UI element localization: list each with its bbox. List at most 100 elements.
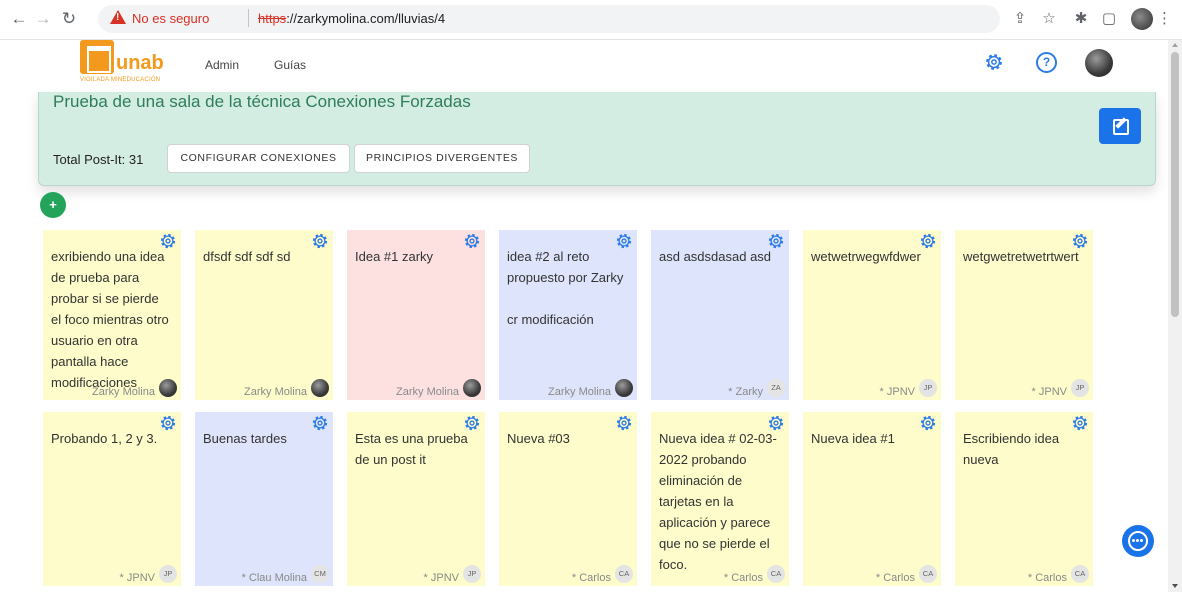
postit-card[interactable]: asd asdsdasad asd * Zarky ZA: [651, 230, 789, 400]
postit-author: * Clau Molina: [241, 572, 307, 584]
postit-author-avatar: ZA: [767, 379, 785, 397]
postit-author: Zarky Molina: [548, 386, 611, 398]
postit-settings-gear-icon[interactable]: [615, 232, 633, 250]
postit-settings-gear-icon[interactable]: [615, 414, 633, 432]
postit-author: * Carlos: [1027, 572, 1067, 584]
postit-settings-gear-icon[interactable]: [767, 414, 785, 432]
extensions-icon[interactable]: ✱: [1071, 9, 1091, 29]
scroll-up-arrow[interactable]: [1172, 43, 1178, 47]
user-avatar[interactable]: [1085, 49, 1113, 77]
postit-card[interactable]: Idea #1 zarky Zarky Molina: [347, 230, 485, 400]
postit-author-avatar: [159, 379, 177, 397]
postit-card[interactable]: Nueva #03 * Carlos CA: [499, 412, 637, 586]
side-panel-icon[interactable]: ▢: [1099, 9, 1119, 29]
nav-link-guias[interactable]: Guías: [274, 58, 306, 72]
postit-settings-gear-icon[interactable]: [919, 414, 937, 432]
postit-card[interactable]: Nueva idea #1 * Carlos CA: [803, 412, 941, 586]
logo-subtitle: VIGILADA MINEDUCACIÓN: [80, 77, 161, 83]
total-postits: Total Post-It: 31: [53, 152, 144, 167]
postit-text[interactable]: wetwetrwegwfdwer: [811, 246, 929, 267]
postit-author-avatar: [463, 379, 481, 397]
postit-author-avatar: CA: [1071, 565, 1089, 583]
postit-card[interactable]: Buenas tardes * Clau Molina CM: [195, 412, 333, 586]
postit-author-avatar: CA: [615, 565, 633, 583]
postit-author-avatar: JP: [463, 565, 481, 583]
postit-author-avatar: CA: [767, 565, 785, 583]
postit-card[interactable]: idea #2 al reto propuesto por Zarky cr m…: [499, 230, 637, 400]
postit-settings-gear-icon[interactable]: [311, 414, 329, 432]
postit-text[interactable]: Nueva idea # 02-03-2022 probando elimina…: [659, 428, 777, 575]
postit-author-avatar: CA: [919, 565, 937, 583]
postit-card[interactable]: wetgwetretwetrtwert * JPNV JP: [955, 230, 1093, 400]
address-bar[interactable]: No es seguro https://zarkymolina.com/llu…: [98, 5, 1000, 33]
edit-button[interactable]: [1099, 108, 1141, 144]
postit-text[interactable]: Probando 1, 2 y 3.: [51, 428, 169, 449]
principios-divergentes-button[interactable]: PRINCIPIOS DIVERGENTES: [354, 144, 530, 173]
postit-text[interactable]: exribiendo una idea de prueba para proba…: [51, 246, 169, 393]
add-postit-button[interactable]: +: [40, 192, 66, 218]
scroll-down-arrow[interactable]: [1172, 584, 1178, 588]
postit-text[interactable]: idea #2 al reto propuesto por Zarky cr m…: [507, 246, 625, 330]
postit-author: Zarky Molina: [396, 386, 459, 398]
postit-text[interactable]: wetgwetretwetrtwert: [963, 246, 1081, 267]
browser-profile-avatar[interactable]: [1131, 8, 1153, 30]
postit-card[interactable]: exribiendo una idea de prueba para proba…: [43, 230, 181, 400]
postit-card[interactable]: Esta es una prueba de un post it * JPNV JP: [347, 412, 485, 586]
postit-text[interactable]: dfsdf sdf sdf sd: [203, 246, 321, 267]
postit-author-avatar: JP: [1071, 379, 1089, 397]
room-title: Prueba de una sala de la técnica Conexio…: [53, 92, 471, 111]
postit-author: * Carlos: [875, 572, 915, 584]
postit-card[interactable]: Probando 1, 2 y 3. * JPNV JP: [43, 412, 181, 586]
nav-link-admin[interactable]: Admin: [205, 58, 239, 72]
url-scheme: https: [258, 11, 287, 26]
configurar-conexiones-button[interactable]: CONFIGURAR CONEXIONES: [167, 144, 350, 173]
postit-text[interactable]: Nueva #03: [507, 428, 625, 449]
postit-text[interactable]: Escribiendo idea nueva: [963, 428, 1081, 470]
logo-text[interactable]: unab: [116, 52, 164, 75]
url-path: ://zarkymolina.com/lluvias/4: [286, 11, 446, 26]
help-icon[interactable]: ?: [1036, 52, 1057, 73]
postit-settings-gear-icon[interactable]: [159, 414, 177, 432]
back-icon[interactable]: ←: [8, 8, 30, 30]
postit-settings-gear-icon[interactable]: [311, 232, 329, 250]
room-header-card: Prueba de una sala de la técnica Conexio…: [38, 92, 1156, 186]
postit-text[interactable]: Nueva idea #1: [811, 428, 929, 449]
settings-gear-icon[interactable]: [984, 52, 1004, 72]
unab-logo-icon[interactable]: [80, 40, 114, 74]
postit-settings-gear-icon[interactable]: [159, 232, 177, 250]
postit-author: * Carlos: [723, 572, 763, 584]
postit-card[interactable]: wetwetrwegwfdwer * JPNV JP: [803, 230, 941, 400]
postit-text[interactable]: Buenas tardes: [203, 428, 321, 449]
postit-author-avatar: JP: [159, 565, 177, 583]
postit-text[interactable]: Idea #1 zarky: [355, 246, 473, 267]
postit-author: * JPNV: [423, 572, 459, 584]
postit-settings-gear-icon[interactable]: [463, 414, 481, 432]
url-text[interactable]: https://zarkymolina.com/lluvias/4: [258, 11, 445, 26]
postit-settings-gear-icon[interactable]: [919, 232, 937, 250]
postit-card[interactable]: dfsdf sdf sdf sd Zarky Molina: [195, 230, 333, 400]
postit-card[interactable]: Nueva idea # 02-03-2022 probando elimina…: [651, 412, 789, 586]
postit-settings-gear-icon[interactable]: [1071, 232, 1089, 250]
postit-settings-gear-icon[interactable]: [767, 232, 785, 250]
browser-menu-icon[interactable]: ⋮: [1157, 9, 1172, 29]
chat-icon[interactable]: [1122, 525, 1154, 557]
forward-icon[interactable]: →: [32, 8, 54, 30]
postit-author: * JPNV: [879, 386, 915, 398]
postit-text[interactable]: asd asdsdasad asd: [659, 246, 777, 267]
insecure-label: No es seguro: [132, 11, 210, 26]
postit-settings-gear-icon[interactable]: [1071, 414, 1089, 432]
postit-author-avatar: JP: [919, 379, 937, 397]
postit-author: Zarky Molina: [92, 386, 155, 398]
scrollbar-thumb[interactable]: [1171, 52, 1179, 317]
share-icon[interactable]: ⇪: [1010, 9, 1030, 29]
postit-settings-gear-icon[interactable]: [463, 232, 481, 250]
postit-author: Zarky Molina: [244, 386, 307, 398]
postit-author-avatar: [311, 379, 329, 397]
postit-text[interactable]: Esta es una prueba de un post it: [355, 428, 473, 470]
warning-icon: [110, 10, 126, 24]
reload-icon[interactable]: ↻: [58, 8, 80, 30]
postit-card[interactable]: Escribiendo idea nueva * Carlos CA: [955, 412, 1093, 586]
postit-author-avatar: [615, 379, 633, 397]
postit-author: * JPNV: [119, 572, 155, 584]
bookmark-star-icon[interactable]: ☆: [1039, 9, 1059, 29]
